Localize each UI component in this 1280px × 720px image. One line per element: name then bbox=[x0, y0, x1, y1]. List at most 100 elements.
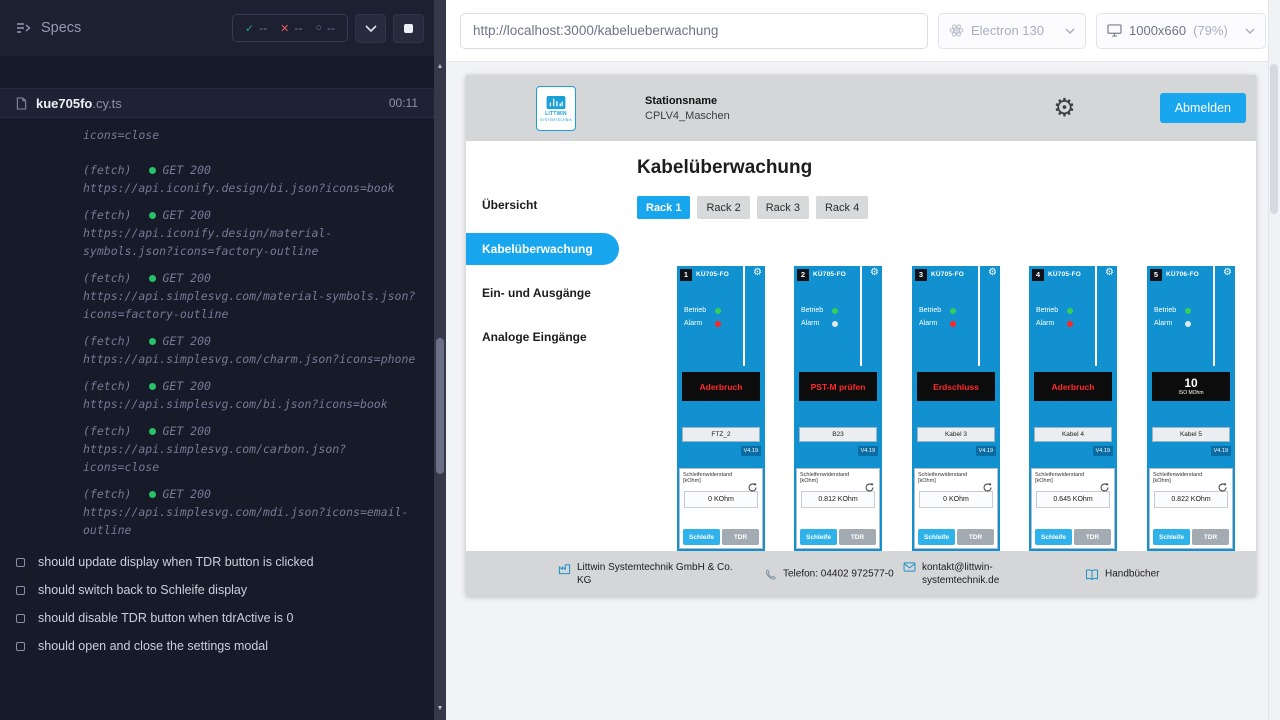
test-title: should open and close the settings modal bbox=[38, 639, 268, 653]
refresh-icon[interactable] bbox=[982, 482, 993, 493]
tdr-button[interactable]: TDR bbox=[1074, 529, 1111, 545]
firmware-version: V4.19 bbox=[976, 446, 996, 456]
device-model: KÜ705-FO bbox=[931, 271, 964, 278]
test-state-icon bbox=[16, 614, 25, 623]
reporter-header: Specs ✓-- ✕-- ○-- bbox=[0, 0, 434, 56]
footer-company: Littwin Systemtechnik GmbH & Co. KG bbox=[558, 561, 742, 587]
rack-tabs: Rack 1 Rack 2 Rack 3 Rack 4 bbox=[637, 196, 1256, 219]
status-display: Erdschluss bbox=[917, 372, 995, 401]
log-entry[interactable]: (fetch)GET 200 https://api.simplesvg.com… bbox=[83, 269, 416, 323]
nav-item-ein-und-ausgaenge[interactable]: Ein- und Ausgänge bbox=[466, 277, 621, 309]
log-entry[interactable]: (fetch)GET 200 https://api.iconify.desig… bbox=[83, 161, 416, 197]
scroll-down-arrow-icon[interactable]: ▼ bbox=[434, 704, 446, 714]
test-item[interactable]: should disable TDR button when tdrActive… bbox=[16, 604, 418, 632]
app-main: Kabelüberwachung Rack 1 Rack 2 Rack 3 Ra… bbox=[621, 141, 1256, 551]
betrieb-label: Betrieb bbox=[684, 307, 708, 314]
alarm-led bbox=[1185, 321, 1191, 327]
alarm-led bbox=[950, 321, 956, 327]
pending-tests-list: should update display when TDR button is… bbox=[0, 548, 434, 660]
schleife-button[interactable]: Schleife bbox=[1153, 529, 1190, 545]
app-header: LITTWIN SYSTEMTECHNIK Stationsname CPLV4… bbox=[466, 75, 1256, 141]
logout-button[interactable]: Abmelden bbox=[1160, 93, 1246, 123]
test-item[interactable]: should update display when TDR button is… bbox=[16, 548, 418, 576]
stop-tests-button[interactable] bbox=[393, 14, 424, 43]
browser-selector[interactable]: Electron 130 bbox=[938, 13, 1086, 49]
fetch-label: (fetch) bbox=[83, 487, 131, 501]
viewport-selector[interactable]: 1000x660 (79%) bbox=[1096, 13, 1266, 49]
log-entry[interactable]: (fetch)GET 200 https://api.simplesvg.com… bbox=[83, 485, 416, 539]
page-scrollbar[interactable] bbox=[1268, 0, 1280, 720]
log-entry[interactable]: (fetch)GET 200 https://api.iconify.desig… bbox=[83, 206, 416, 260]
device-model: KÜ705-FO bbox=[696, 271, 729, 278]
specs-menu-button[interactable]: Specs bbox=[16, 20, 81, 36]
station-info: Stationsname CPLV4_Maschen bbox=[645, 95, 730, 122]
measurement-value: 0 KOhm bbox=[684, 491, 758, 508]
refresh-icon[interactable] bbox=[1217, 482, 1228, 493]
device-gear-icon[interactable]: ⚙ bbox=[753, 268, 762, 278]
footer-email[interactable]: kontakt@littwin-systemtechnik.de bbox=[903, 561, 1014, 587]
device-number-badge: 4 bbox=[1032, 269, 1044, 281]
tab-rack-3[interactable]: Rack 3 bbox=[757, 196, 809, 219]
alarm-label: Alarm bbox=[919, 320, 943, 327]
schleife-button[interactable]: Schleife bbox=[800, 529, 837, 545]
device-gear-icon[interactable]: ⚙ bbox=[988, 268, 997, 278]
collapse-button[interactable] bbox=[355, 14, 386, 43]
betrieb-led bbox=[950, 308, 956, 314]
page-scrollbar-thumb[interactable] bbox=[1270, 64, 1278, 214]
schleife-button[interactable]: Schleife bbox=[683, 529, 720, 545]
nav-item-analoge-eingaenge[interactable]: Analoge Eingänge bbox=[466, 321, 621, 353]
alarm-label: Alarm bbox=[1036, 320, 1060, 327]
log-url-fragment[interactable]: icons=close bbox=[83, 126, 416, 144]
refresh-icon[interactable] bbox=[864, 482, 875, 493]
betrieb-label: Betrieb bbox=[801, 307, 825, 314]
device-gear-icon[interactable]: ⚙ bbox=[870, 268, 879, 278]
test-item[interactable]: should switch back to Schleife display bbox=[16, 576, 418, 604]
tdr-button[interactable]: TDR bbox=[722, 529, 759, 545]
measurement-panel: Schleifenwiderstand [kOhm] 0.645 KOhm Sc… bbox=[1031, 468, 1115, 549]
footer-manuals[interactable]: Handbücher bbox=[1085, 567, 1159, 580]
success-dot-icon bbox=[149, 338, 156, 345]
tab-rack-2[interactable]: Rack 2 bbox=[697, 196, 749, 219]
chevron-down-icon bbox=[1245, 28, 1255, 34]
refresh-icon[interactable] bbox=[1099, 482, 1110, 493]
nav-item-kabelueberwachung[interactable]: Kabelüberwachung bbox=[466, 233, 619, 265]
passed-stat: ✓-- bbox=[245, 21, 267, 35]
schleife-button[interactable]: Schleife bbox=[918, 529, 955, 545]
card-divider bbox=[860, 266, 862, 366]
alarm-label: Alarm bbox=[684, 320, 708, 327]
book-icon bbox=[1085, 568, 1099, 580]
tdr-button[interactable]: TDR bbox=[839, 529, 876, 545]
scrollbar-thumb[interactable] bbox=[436, 338, 444, 474]
device-gear-icon[interactable]: ⚙ bbox=[1105, 268, 1114, 278]
reporter-scrollbar[interactable]: ▲ ▼ bbox=[434, 0, 446, 720]
test-item[interactable]: should open and close the settings modal bbox=[16, 632, 418, 660]
spec-file-icon bbox=[16, 97, 27, 110]
spec-header[interactable]: kue705fo.cy.ts 00:11 bbox=[0, 88, 434, 118]
scroll-up-arrow-icon[interactable]: ▲ bbox=[434, 62, 446, 72]
tdr-button[interactable]: TDR bbox=[1192, 529, 1229, 545]
device-card-5: 5KÜ706-FO ⚙ Betrieb Alarm 10 bbox=[1147, 266, 1235, 551]
log-entry[interactable]: (fetch)GET 200 https://api.simplesvg.com… bbox=[83, 332, 416, 368]
refresh-icon[interactable] bbox=[747, 482, 758, 493]
url-input[interactable] bbox=[460, 13, 928, 49]
cable-name: Kabel 3 bbox=[917, 427, 995, 442]
log-entry[interactable]: (fetch)GET 200 https://api.simplesvg.com… bbox=[83, 422, 416, 476]
phone-icon bbox=[765, 568, 777, 580]
passed-count: -- bbox=[259, 21, 267, 35]
log-entry[interactable]: (fetch)GET 200 https://api.simplesvg.com… bbox=[83, 377, 416, 413]
device-model: KÜ706-FO bbox=[1166, 271, 1199, 278]
test-title: should switch back to Schleife display bbox=[38, 583, 247, 597]
test-state-icon bbox=[16, 558, 25, 567]
tab-rack-4[interactable]: Rack 4 bbox=[816, 196, 868, 219]
footer-company-text: Littwin Systemtechnik GmbH & Co. KG bbox=[577, 561, 742, 587]
schleife-button[interactable]: Schleife bbox=[1035, 529, 1072, 545]
nav-item-uebersicht[interactable]: Übersicht bbox=[466, 189, 621, 221]
tab-rack-1[interactable]: Rack 1 bbox=[637, 196, 690, 219]
device-gear-icon[interactable]: ⚙ bbox=[1223, 268, 1232, 278]
fetch-label: (fetch) bbox=[83, 424, 131, 438]
measurement-panel: Schleifenwiderstand [kOhm] 0 KOhm Schlei… bbox=[914, 468, 998, 549]
alarm-led bbox=[1067, 321, 1073, 327]
tdr-button[interactable]: TDR bbox=[957, 529, 994, 545]
settings-gear-icon[interactable]: ⚙ bbox=[1053, 96, 1075, 121]
fetch-url: https://api.simplesvg.com/bi.json?icons=… bbox=[83, 395, 416, 413]
